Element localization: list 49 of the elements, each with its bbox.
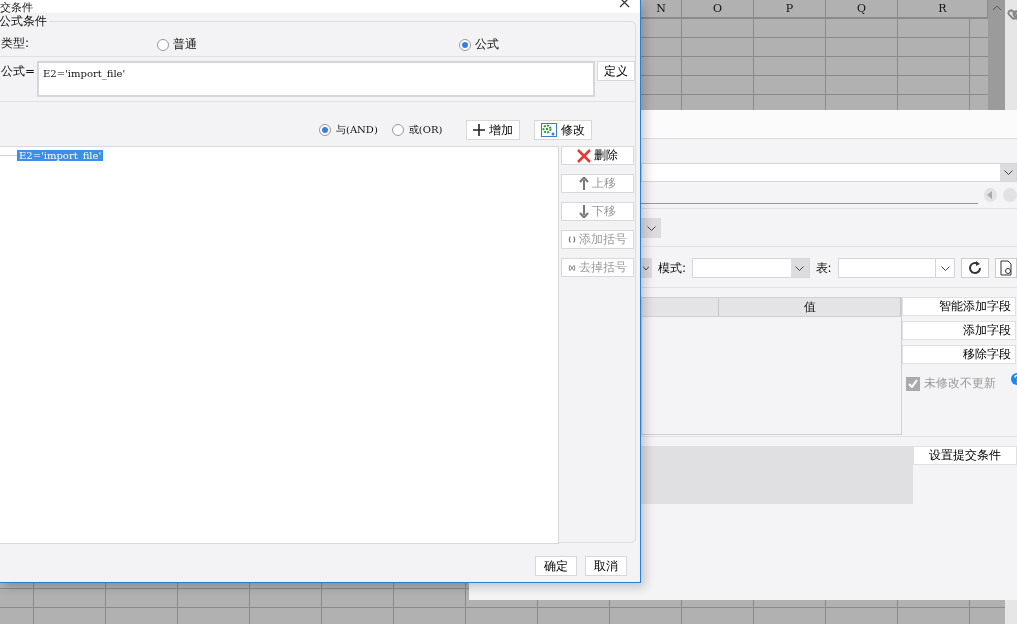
- ok-button[interactable]: 确定: [535, 556, 577, 576]
- cancel-button[interactable]: 取消: [585, 556, 627, 576]
- column-header: 值: [719, 298, 901, 316]
- type-radio[interactable]: 普通: [157, 36, 197, 53]
- caret-icon: [646, 225, 656, 231]
- table-label: 表:: [815, 259, 832, 277]
- column-header: O: [682, 0, 754, 18]
- caret-icon: [643, 265, 650, 271]
- caret-icon: [795, 265, 805, 271]
- dropdown-field[interactable]: [641, 163, 1017, 182]
- define-button[interactable]: 定义: [597, 61, 635, 81]
- preview-button[interactable]: [995, 258, 1017, 278]
- plus-icon: [473, 124, 486, 136]
- dialog-title: 交条件: [0, 2, 33, 13]
- scroll-up-icon[interactable]: [992, 5, 1002, 11]
- type-label: 类型:: [1, 34, 30, 52]
- mode-label: 模式:: [657, 259, 686, 277]
- list-action-button[interactable]: 删除: [561, 146, 634, 165]
- refresh-button[interactable]: [961, 258, 990, 278]
- logic-radio[interactable]: 或(OR): [391, 123, 443, 137]
- arrow-down-icon: [579, 205, 589, 218]
- logic-radio[interactable]: 与(AND): [319, 123, 378, 137]
- field-button[interactable]: 添加字段: [902, 321, 1016, 340]
- scroll-left-icon[interactable]: [983, 188, 998, 202]
- parentheses-icon: [568, 234, 576, 245]
- close-icon: [577, 148, 591, 163]
- dropdown-caret-button[interactable]: [641, 258, 652, 278]
- mode-dropdown[interactable]: [692, 258, 810, 278]
- column-header: P: [754, 0, 826, 18]
- dropdown-caret-button[interactable]: [641, 218, 661, 238]
- caret-icon: [940, 265, 950, 271]
- scrollbar[interactable]: [988, 0, 1005, 110]
- formula-label: 公式=: [1, 63, 36, 80]
- edit-button[interactable]: 修改: [534, 120, 593, 140]
- formula-field[interactable]: E2='import_file': [37, 61, 595, 97]
- arrow-up-icon: [579, 177, 589, 190]
- type-radio[interactable]: 公式: [459, 36, 499, 53]
- refresh-icon: [967, 260, 984, 276]
- field-button[interactable]: 移除字段: [902, 345, 1016, 364]
- field-button[interactable]: 智能添加字段: [902, 297, 1016, 316]
- set-submit-condition-button[interactable]: 设置提交条件: [913, 446, 1017, 465]
- document-search-icon: [999, 260, 1014, 276]
- add-button[interactable]: 增加: [466, 120, 521, 140]
- table-dropdown[interactable]: [837, 258, 956, 278]
- gear-icon: [541, 123, 558, 137]
- column-header: Q: [826, 0, 898, 18]
- close-icon[interactable]: [619, 0, 630, 8]
- caret-icon: [1003, 170, 1013, 175]
- checkmark-icon: [908, 379, 918, 388]
